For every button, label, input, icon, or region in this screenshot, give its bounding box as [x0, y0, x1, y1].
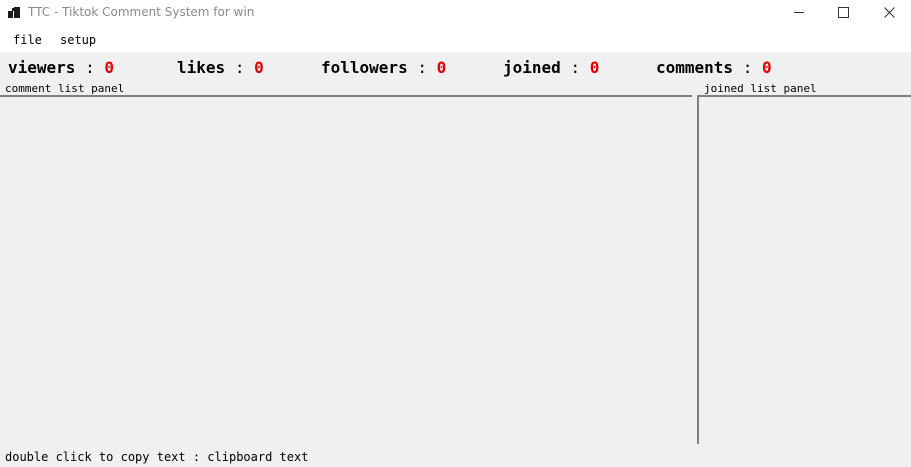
stat-likes-label: likes: [177, 58, 226, 77]
stat-viewers-value: 0: [104, 58, 114, 77]
minimize-icon: [794, 12, 804, 13]
comment-list-panel[interactable]: [0, 95, 692, 444]
close-icon: [884, 7, 895, 18]
stat-followers: followers : 0: [321, 58, 447, 77]
joined-list-panel[interactable]: [697, 95, 911, 444]
maximize-icon: [838, 7, 849, 18]
comment-panel-label: comment list panel: [5, 82, 125, 95]
minimize-button[interactable]: [776, 0, 822, 26]
stat-joined-label: joined: [503, 58, 561, 77]
stat-joined-value: 0: [589, 58, 600, 77]
clipboard-status-text: double click to copy text : clipboard te…: [5, 450, 309, 464]
window-title: TTC - Tiktok Comment System for win: [28, 5, 255, 19]
menu-bar: file setup: [0, 26, 911, 52]
close-button[interactable]: [866, 0, 911, 26]
title-bar[interactable]: TTC - Tiktok Comment System for win: [0, 0, 911, 26]
maximize-button[interactable]: [820, 0, 866, 26]
menu-setup[interactable]: setup: [60, 33, 96, 47]
app-window: TTC - Tiktok Comment System for win file…: [0, 0, 911, 467]
stat-comments-label: comments: [656, 58, 734, 77]
joined-panel-label: joined list panel: [704, 82, 817, 95]
stat-viewers-label: viewers: [8, 58, 76, 77]
stat-comments: comments : 0: [656, 58, 772, 77]
stats-bar: viewers : 0 likes : 0 followers : 0 join…: [0, 52, 911, 82]
status-bar: double click to copy text : clipboard te…: [0, 444, 911, 467]
stat-comments-value: 0: [761, 58, 772, 77]
menu-file[interactable]: file: [13, 33, 42, 47]
app-icon: [8, 7, 20, 18]
stat-followers-value: 0: [436, 58, 447, 77]
stat-joined: joined : 0: [503, 58, 600, 77]
stat-viewers: viewers : 0: [8, 58, 114, 77]
stat-followers-label: followers: [321, 58, 408, 77]
stat-likes-value: 0: [254, 58, 264, 77]
stat-likes: likes : 0: [177, 58, 264, 77]
